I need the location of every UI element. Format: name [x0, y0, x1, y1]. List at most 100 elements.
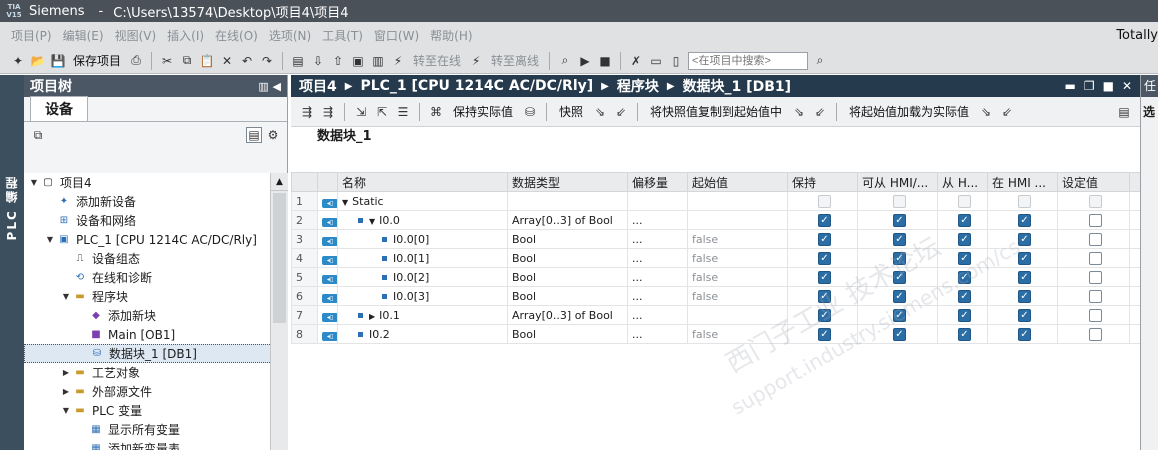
load-actual-icon[interactable]: ⇘: [978, 104, 994, 120]
search-go-icon[interactable]: ⌕: [812, 53, 828, 69]
snapshot-button[interactable]: 快照: [559, 103, 583, 120]
datatype-cell[interactable]: Bool: [507, 286, 628, 306]
collapse-icon[interactable]: ▼: [60, 292, 72, 301]
collapse-icon[interactable]: ▼: [60, 406, 72, 415]
hmi3-checkbox[interactable]: ✓: [1018, 251, 1031, 265]
tree-item[interactable]: ▼ ▬ 程序块: [24, 287, 288, 306]
col-name[interactable]: 名称: [337, 172, 508, 192]
hmi3-checkbox[interactable]: [1018, 194, 1031, 208]
new-project-icon[interactable]: ✦: [10, 53, 26, 69]
table-row[interactable]: 3 ◂▯ I0.0[0] Bool... false ✓ ✓ ✓ ✓: [291, 229, 1141, 249]
redo-icon[interactable]: ↷: [259, 53, 275, 69]
open-project-icon[interactable]: 📂: [30, 53, 46, 69]
hmi1-checkbox[interactable]: ✓: [893, 251, 906, 265]
tree-item[interactable]: ■ Main [OB1]: [24, 325, 288, 344]
datatype-cell[interactable]: Bool: [507, 267, 628, 287]
hmi2-checkbox[interactable]: [958, 194, 971, 208]
overview-icon[interactable]: ▤: [246, 127, 262, 143]
tree-item[interactable]: ⟲ 在线和诊断: [24, 268, 288, 287]
menu-project[interactable]: 项目(P): [11, 27, 52, 44]
setpoint-checkbox[interactable]: [1089, 270, 1102, 284]
menu-insert[interactable]: 插入(I): [167, 27, 204, 44]
tree-settings-icon[interactable]: ⚙: [265, 127, 281, 143]
retain-checkbox[interactable]: ✓: [818, 232, 831, 246]
paste-icon[interactable]: 📋: [199, 53, 215, 69]
tree-scrollbar[interactable]: ▲: [270, 173, 288, 450]
retain-checkbox[interactable]: ✓: [818, 327, 831, 341]
hmi3-checkbox[interactable]: ✓: [1018, 232, 1031, 246]
load-actual-all-icon[interactable]: ⇙: [999, 104, 1015, 120]
hmi1-checkbox[interactable]: [893, 194, 906, 208]
hmi1-checkbox[interactable]: ✓: [893, 270, 906, 284]
table-row[interactable]: 8 ◂▯ I0.2 Bool... false ✓ ✓ ✓ ✓: [291, 324, 1141, 344]
list-icon[interactable]: ☰: [395, 104, 411, 120]
go-offline-button[interactable]: 转至离线: [491, 52, 539, 69]
minimize-icon[interactable]: ▬: [1064, 79, 1075, 93]
col-setpoint[interactable]: 设定值: [1057, 172, 1130, 192]
name-cell[interactable]: I0.2: [337, 324, 508, 344]
menu-online[interactable]: 在线(O): [215, 27, 258, 44]
insert-row-icon[interactable]: ⇶: [299, 104, 315, 120]
menu-view[interactable]: 视图(V): [115, 27, 157, 44]
start-value-cell[interactable]: false: [687, 286, 788, 306]
go-online-button[interactable]: 转至在线: [413, 52, 461, 69]
col-hmi-write[interactable]: 从 H...: [937, 172, 988, 192]
tree-item[interactable]: ▦ 添加新变量表: [24, 439, 288, 450]
table-row[interactable]: 4 ◂▯ I0.0[1] Bool... false ✓ ✓ ✓ ✓: [291, 248, 1141, 268]
datatype-cell[interactable]: Bool: [507, 324, 628, 344]
load-start-as-actual-button[interactable]: 将起始值加载为实际值: [849, 103, 969, 120]
tree-item[interactable]: ✦ 添加新设备: [24, 192, 288, 211]
datatype-cell[interactable]: Bool: [507, 229, 628, 249]
start-cpu-icon[interactable]: ▶: [577, 53, 593, 69]
hmi3-checkbox[interactable]: ✓: [1018, 270, 1031, 284]
tree-item[interactable]: ◆ 添加新块: [24, 306, 288, 325]
tree-item[interactable]: ▼ ▢ 项目4: [24, 173, 288, 192]
table-row[interactable]: 1 ◂▯ ▼ Static: [291, 191, 1141, 211]
delete-icon[interactable]: ✕: [219, 53, 235, 69]
upload-icon[interactable]: ⇧: [330, 53, 346, 69]
scroll-up-icon[interactable]: ▲: [271, 173, 288, 191]
start-value-cell[interactable]: false: [687, 324, 788, 344]
breadcrumb-project[interactable]: 项目4: [299, 76, 337, 96]
tree-item[interactable]: ▦ 显示所有变量: [24, 420, 288, 439]
project-search-input[interactable]: [688, 51, 809, 70]
simulation-icon[interactable]: ▣: [350, 53, 366, 69]
collapse-icon[interactable]: ▼: [342, 198, 348, 207]
name-cell[interactable]: I0.0[2]: [337, 267, 508, 287]
menu-help[interactable]: 帮助(H): [430, 27, 472, 44]
copy-start-all-icon[interactable]: ⇙: [812, 104, 828, 120]
snapshot-copy-icon[interactable]: ⇙: [613, 104, 629, 120]
setpoint-checkbox[interactable]: [1089, 194, 1102, 208]
start-sim-icon[interactable]: ▥: [370, 53, 386, 69]
add-row-icon[interactable]: ⇶: [320, 104, 336, 120]
undo-icon[interactable]: ↶: [239, 53, 255, 69]
tree-item[interactable]: ▼ ▣ PLC_1 [CPU 1214C AC/DC/Rly]: [24, 230, 288, 249]
col-datatype[interactable]: 数据类型: [507, 172, 628, 192]
save-icon[interactable]: 💾: [50, 53, 66, 69]
name-cell[interactable]: I0.0[0]: [337, 229, 508, 249]
hmi1-checkbox[interactable]: ✓: [893, 289, 906, 303]
hmi3-checkbox[interactable]: ✓: [1018, 213, 1031, 227]
compile-icon[interactable]: ▤: [290, 53, 306, 69]
setpoint-checkbox[interactable]: [1089, 213, 1102, 227]
hmi1-checkbox[interactable]: ✓: [893, 213, 906, 227]
collapse-all-icon[interactable]: ⇱: [374, 104, 390, 120]
menu-tools[interactable]: 工具(T): [322, 27, 363, 44]
hmi3-checkbox[interactable]: ✓: [1018, 289, 1031, 303]
hmi2-checkbox[interactable]: ✓: [958, 232, 971, 246]
start-value-cell[interactable]: false: [687, 248, 788, 268]
retain-checkbox[interactable]: ✓: [818, 270, 831, 284]
col-retain[interactable]: 保持: [787, 172, 858, 192]
setpoint-checkbox[interactable]: [1089, 327, 1102, 341]
retain-checkbox[interactable]: [818, 194, 831, 208]
expand-all-icon[interactable]: ⇲: [353, 104, 369, 120]
hmi3-checkbox[interactable]: ✓: [1018, 308, 1031, 322]
datatype-cell[interactable]: Bool: [507, 248, 628, 268]
col-offset[interactable]: 偏移量: [627, 172, 688, 192]
hmi2-checkbox[interactable]: ✓: [958, 289, 971, 303]
name-cell[interactable]: I0.0[3]: [337, 286, 508, 306]
table-row[interactable]: 5 ◂▯ I0.0[2] Bool... false ✓ ✓ ✓ ✓: [291, 267, 1141, 287]
split-horizontal-icon[interactable]: ▭: [648, 53, 664, 69]
hmi1-checkbox[interactable]: ✓: [893, 308, 906, 322]
split-vertical-icon[interactable]: ▯: [668, 53, 684, 69]
